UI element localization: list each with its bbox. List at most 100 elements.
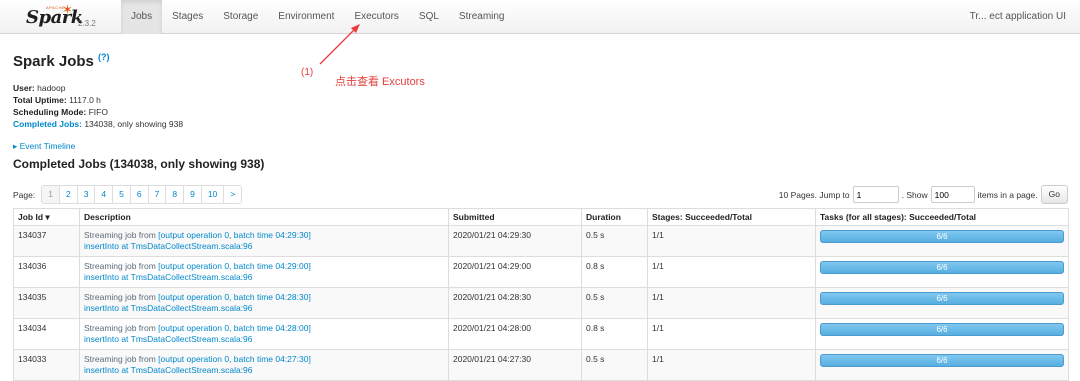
description-prefix: Streaming job from: [84, 261, 159, 271]
page-title-text: Spark Jobs: [13, 53, 94, 70]
submitted-cell: 2020/01/21 04:28:30: [448, 287, 582, 319]
show-label: . Show: [901, 189, 928, 200]
page-jump-controls: 10 Pages. Jump to . Show items in a page…: [779, 185, 1068, 204]
completed-row: Completed Jobs: 134038, only showing 938: [13, 118, 183, 130]
duration-cell: 0.8 s: [581, 256, 648, 288]
stages-cell: 1/1: [647, 318, 816, 350]
submitted-cell: 2020/01/21 04:27:30: [448, 349, 582, 381]
job-id-cell: 134036: [13, 256, 80, 288]
completed-jobs-table: Job Id ▾ Description Submitted Duration …: [13, 208, 1069, 381]
tab-storage[interactable]: Storage: [213, 0, 268, 34]
col-job-id[interactable]: Job Id ▾: [13, 208, 80, 226]
submitted-cell: 2020/01/21 04:28:00: [448, 318, 582, 350]
description-link-line2[interactable]: insertInto at TmsDataCollectStream.scala…: [84, 241, 253, 251]
page-links: 1 2 3 4 5 6 7 8 9 10 >: [41, 185, 243, 204]
description-cell: Streaming job from [output operation 0, …: [79, 287, 449, 319]
col-duration[interactable]: Duration: [581, 208, 648, 226]
description-link[interactable]: [output operation 0, batch time 04:27:30…: [158, 354, 311, 364]
completed-value: 134038, only showing 938: [84, 119, 184, 129]
col-submitted[interactable]: Submitted: [448, 208, 582, 226]
submitted-cell: 2020/01/21 04:29:30: [448, 225, 582, 257]
page-link-1[interactable]: 1: [42, 186, 59, 203]
table-row: 134035 Streaming job from [output operat…: [13, 287, 1069, 319]
annotation-number: (1): [301, 67, 314, 78]
tab-streaming[interactable]: Streaming: [449, 0, 515, 34]
page-link-9[interactable]: 9: [183, 186, 201, 203]
page-link-6[interactable]: 6: [129, 186, 148, 203]
page-link-4[interactable]: 4: [94, 186, 113, 203]
description-link-line2[interactable]: insertInto at TmsDataCollectStream.scala…: [84, 272, 253, 282]
description-link-line2[interactable]: insertInto at TmsDataCollectStream.scala…: [84, 303, 253, 313]
page-size-input[interactable]: [930, 186, 975, 203]
col-description[interactable]: Description: [79, 208, 449, 226]
completed-jobs-title[interactable]: Completed Jobs (134038, only showing 938…: [13, 157, 264, 171]
description-link-line2[interactable]: insertInto at TmsDataCollectStream.scala…: [84, 365, 253, 375]
description-cell: Streaming job from [output operation 0, …: [79, 349, 449, 381]
go-button[interactable]: Go: [1040, 185, 1068, 204]
tab-jobs[interactable]: Jobs: [121, 0, 163, 34]
table-header-row: Job Id ▾ Description Submitted Duration …: [13, 208, 1069, 226]
pagination: Page: 1 2 3 4 5 6 7 8 9 10 >: [13, 185, 243, 204]
table-row: 134034 Streaming job from [output operat…: [13, 318, 1069, 350]
page-link-3[interactable]: 3: [76, 186, 95, 203]
page-next-button[interactable]: >: [223, 186, 242, 203]
table-row: 134037 Streaming job from [output operat…: [13, 225, 1069, 257]
tasks-cell: 6/6: [815, 256, 1069, 288]
event-timeline-toggle[interactable]: ▸ Event Timeline: [13, 141, 75, 152]
description-link[interactable]: [output operation 0, batch time 04:28:00…: [158, 323, 311, 333]
logo-text: Spark: [26, 7, 83, 28]
duration-cell: 0.5 s: [581, 287, 648, 319]
jump-page-input[interactable]: [852, 186, 899, 203]
tasks-cell: 6/6: [815, 287, 1069, 319]
stages-cell: 1/1: [647, 256, 816, 288]
page-link-7[interactable]: 7: [147, 186, 166, 203]
uptime-label: Total Uptime:: [13, 95, 67, 105]
job-id-cell: 134037: [13, 225, 80, 257]
uptime-row: Total Uptime: 1117.0 h: [13, 94, 183, 106]
user-label: User:: [13, 83, 35, 93]
stages-cell: 1/1: [647, 287, 816, 319]
page-link-5[interactable]: 5: [112, 186, 130, 203]
tasks-cell: 6/6: [815, 318, 1069, 350]
page-link-10[interactable]: 10: [200, 186, 224, 203]
tab-stages[interactable]: Stages: [162, 0, 213, 34]
description-cell: Streaming job from [output operation 0, …: [79, 256, 449, 288]
scheduling-row: Scheduling Mode: FIFO: [13, 106, 183, 118]
page-link-2[interactable]: 2: [58, 186, 77, 203]
description-link[interactable]: [output operation 0, batch time 04:29:00…: [158, 261, 311, 271]
description-link[interactable]: [output operation 0, batch time 04:29:30…: [158, 230, 311, 240]
tasks-progress-bar: 6/6: [820, 323, 1064, 336]
help-link[interactable]: (?): [98, 52, 110, 62]
duration-cell: 0.8 s: [581, 318, 648, 350]
completed-jobs-link[interactable]: Completed Jobs:: [13, 119, 82, 129]
tab-executors[interactable]: Executors: [344, 0, 408, 34]
duration-cell: 0.5 s: [581, 225, 648, 257]
annotation-text: 点击查看 Excutors: [335, 76, 425, 88]
stages-cell: 1/1: [647, 225, 816, 257]
tasks-progress-bar: 6/6: [820, 292, 1064, 305]
nav-tabs: Jobs Stages Storage Environment Executor…: [121, 0, 515, 34]
uptime-value: 1117.0 h: [69, 95, 101, 105]
description-link-line2[interactable]: insertInto at TmsDataCollectStream.scala…: [84, 334, 253, 344]
page-label: Page:: [13, 189, 36, 200]
description-prefix: Streaming job from: [84, 323, 159, 333]
stages-cell: 1/1: [647, 349, 816, 381]
description-prefix: Streaming job from: [84, 230, 159, 240]
col-tasks[interactable]: Tasks (for all stages): Succeeded/Total: [815, 208, 1069, 226]
col-stages[interactable]: Stages: Succeeded/Total: [647, 208, 816, 226]
pages-summary: 10 Pages. Jump to: [778, 189, 850, 200]
tab-sql[interactable]: SQL: [409, 0, 449, 34]
table-row: 134036 Streaming job from [output operat…: [13, 256, 1069, 288]
description-link[interactable]: [output operation 0, batch time 04:28:30…: [158, 292, 311, 302]
description-cell: Streaming job from [output operation 0, …: [79, 318, 449, 350]
tasks-progress-bar: 6/6: [820, 261, 1064, 274]
tasks-cell: 6/6: [815, 225, 1069, 257]
spark-logo[interactable]: APACHE Spark ✶ 2.3.2: [26, 2, 126, 31]
user-value: hadoop: [37, 83, 66, 93]
job-id-cell: 134034: [13, 318, 80, 350]
description-prefix: Streaming job from: [84, 354, 159, 364]
submitted-cell: 2020/01/21 04:29:00: [448, 256, 582, 288]
spark-star-icon: ✶: [62, 2, 73, 17]
page-link-8[interactable]: 8: [165, 186, 184, 203]
tab-environment[interactable]: Environment: [268, 0, 344, 34]
